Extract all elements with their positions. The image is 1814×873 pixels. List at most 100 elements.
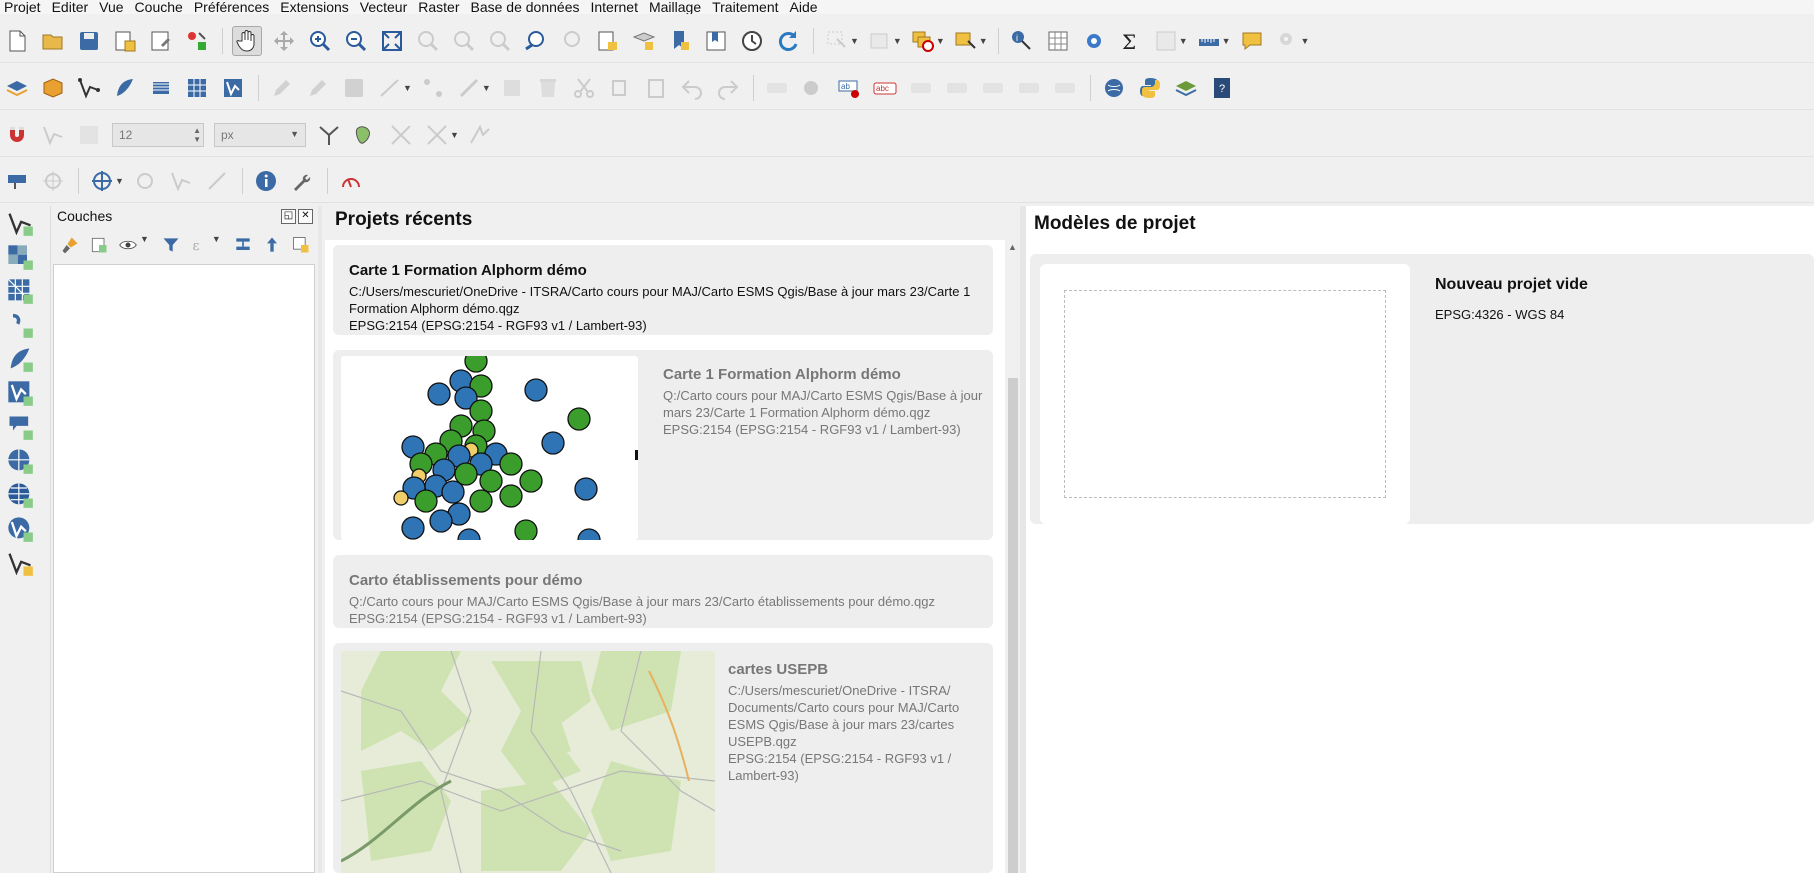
snapping-unit-select[interactable]: px ▼ [214, 123, 306, 147]
label-toolbar-button[interactable]: abc [871, 74, 899, 102]
self-snap-button[interactable] [423, 121, 451, 149]
delete-selected-button[interactable] [534, 74, 562, 102]
add-delimited-text-button[interactable] [2, 308, 38, 342]
chevron-down-icon[interactable]: ▼ [115, 176, 124, 186]
menu-couche[interactable]: Couche [131, 0, 190, 14]
select-by-value-button[interactable] [866, 27, 894, 55]
qgis-layers-button[interactable] [1172, 74, 1200, 102]
chevron-down-icon[interactable]: ▼ [482, 83, 491, 93]
chevron-down-icon[interactable]: ▼ [212, 234, 221, 256]
recent-project-card[interactable]: Carte 1 Formation Alphorm démo Q:/Carto … [333, 350, 993, 540]
recent-projects-scrollbar[interactable]: ▲ [1006, 240, 1020, 873]
move-annotation-button[interactable] [39, 167, 67, 195]
deselect-button[interactable] [909, 27, 937, 55]
save-edits-button[interactable] [340, 74, 368, 102]
add-group-button[interactable] [88, 234, 110, 256]
new-3d-map-button[interactable] [630, 27, 658, 55]
menu-extensions[interactable]: Extensions [276, 0, 355, 14]
add-spatialite-button[interactable] [2, 342, 38, 376]
chevron-down-icon[interactable]: ▼ [936, 36, 945, 46]
template-card[interactable]: Nouveau projet vide EPSG:4326 - WGS 84 [1030, 254, 1814, 524]
layer-labeling-button[interactable]: ab [835, 74, 863, 102]
zoom-to-layer-button[interactable] [450, 27, 478, 55]
chevron-down-icon[interactable]: ▼ [140, 234, 149, 256]
chevron-down-icon[interactable]: ▼ [1222, 36, 1231, 46]
undo-button[interactable] [678, 74, 706, 102]
recent-project-card[interactable]: cartes USEPB C:/Users/mescuriet/OneDrive… [333, 643, 993, 873]
options-button[interactable] [288, 167, 316, 195]
attribute-table-button[interactable] [1044, 27, 1072, 55]
topological-editing-button[interactable] [315, 121, 343, 149]
new-map-view-button[interactable] [594, 27, 622, 55]
statistics-button[interactable]: Σ [1116, 27, 1144, 55]
measure-angle-button[interactable] [337, 167, 365, 195]
menu-editer[interactable]: Editer [48, 0, 96, 14]
add-layer-more-button[interactable] [2, 546, 38, 580]
info-button[interactable] [252, 167, 280, 195]
add-wfs-button[interactable] [2, 444, 38, 478]
processing-toolbox-button[interactable] [1080, 27, 1108, 55]
open-styling-button[interactable] [59, 234, 81, 256]
cut-features-button[interactable] [570, 74, 598, 102]
redo-button[interactable] [714, 74, 742, 102]
show-bookmarks-button[interactable] [702, 27, 730, 55]
chevron-down-icon[interactable]: ▼ [450, 130, 459, 140]
collapse-all-button[interactable] [261, 234, 283, 256]
chevron-down-icon[interactable]: ▼ [1179, 36, 1188, 46]
layers-tree[interactable] [53, 264, 315, 873]
python-console-button[interactable] [1136, 74, 1164, 102]
menu-base-de-donnees[interactable]: Base de données [467, 0, 587, 14]
zoom-native-button[interactable] [486, 27, 514, 55]
add-raster-layer-button[interactable] [2, 240, 38, 274]
new-bookmark-button[interactable] [666, 27, 694, 55]
enable-snapping-button[interactable] [3, 121, 31, 149]
snapping-mode-button[interactable] [39, 121, 67, 149]
pan-map-button[interactable] [232, 26, 262, 56]
rotate-label-button[interactable] [1015, 74, 1043, 102]
save-as-button[interactable] [111, 27, 139, 55]
quickmapservices-button[interactable] [1100, 74, 1128, 102]
recent-project-card[interactable]: Carto établissements pour démo Q:/Carto … [333, 555, 993, 628]
snapping-type-button[interactable] [75, 121, 103, 149]
chevron-down-icon[interactable]: ▼ [1301, 36, 1310, 46]
label-layer-button[interactable] [763, 74, 791, 102]
filter-legend-button[interactable] [160, 234, 182, 256]
manage-visibility-button[interactable] [117, 234, 139, 256]
chevron-down-icon[interactable]: ▼ [403, 83, 412, 93]
add-vector-tile-button[interactable] [2, 512, 38, 546]
open-project-button[interactable] [39, 27, 67, 55]
new-spatialite-button[interactable] [111, 74, 139, 102]
add-wcs-button[interactable] [2, 478, 38, 512]
spinner-arrows-icon[interactable]: ▲ ▼ [193, 126, 201, 144]
filter-expression-button[interactable]: ε [189, 234, 211, 256]
menu-aide[interactable]: Aide [786, 0, 825, 14]
menu-vue[interactable]: Vue [95, 0, 130, 14]
menu-preferences[interactable]: Préférences [190, 0, 276, 14]
data-source-manager-button[interactable] [3, 74, 31, 102]
menu-traitement[interactable]: Traitement [708, 0, 785, 14]
split-features-button[interactable] [167, 167, 195, 195]
chevron-down-icon[interactable]: ▼ [893, 36, 902, 46]
show-hide-labels-button[interactable] [943, 74, 971, 102]
move-label-button[interactable] [979, 74, 1007, 102]
add-vector-layer-button[interactable] [2, 206, 38, 240]
add-virtual-layer-button[interactable] [2, 376, 38, 410]
help-button[interactable]: ? [1208, 74, 1236, 102]
menu-raster[interactable]: Raster [414, 0, 466, 14]
intersection-snap-button[interactable] [387, 121, 415, 149]
map-tips-button[interactable] [1238, 27, 1266, 55]
new-geopackage-button[interactable] [39, 74, 67, 102]
snapping-tolerance-input[interactable]: 12 ▲ ▼ [112, 123, 204, 147]
add-mesh-layer-button[interactable] [2, 274, 38, 308]
menu-maillage[interactable]: Maillage [645, 0, 708, 14]
print-layout-button[interactable] [147, 27, 175, 55]
temporal-controller-button[interactable] [738, 27, 766, 55]
menu-projet[interactable]: Projet [0, 0, 48, 14]
scroll-up-icon[interactable]: ▲ [1008, 242, 1017, 252]
float-panel-button[interactable]: ◱ [281, 209, 296, 224]
zoom-to-selection-button[interactable] [414, 27, 442, 55]
georeferencer-button[interactable] [88, 167, 116, 195]
refresh-button[interactable] [774, 27, 802, 55]
chevron-down-icon[interactable]: ▼ [979, 36, 988, 46]
measure-button[interactable] [1195, 27, 1223, 55]
